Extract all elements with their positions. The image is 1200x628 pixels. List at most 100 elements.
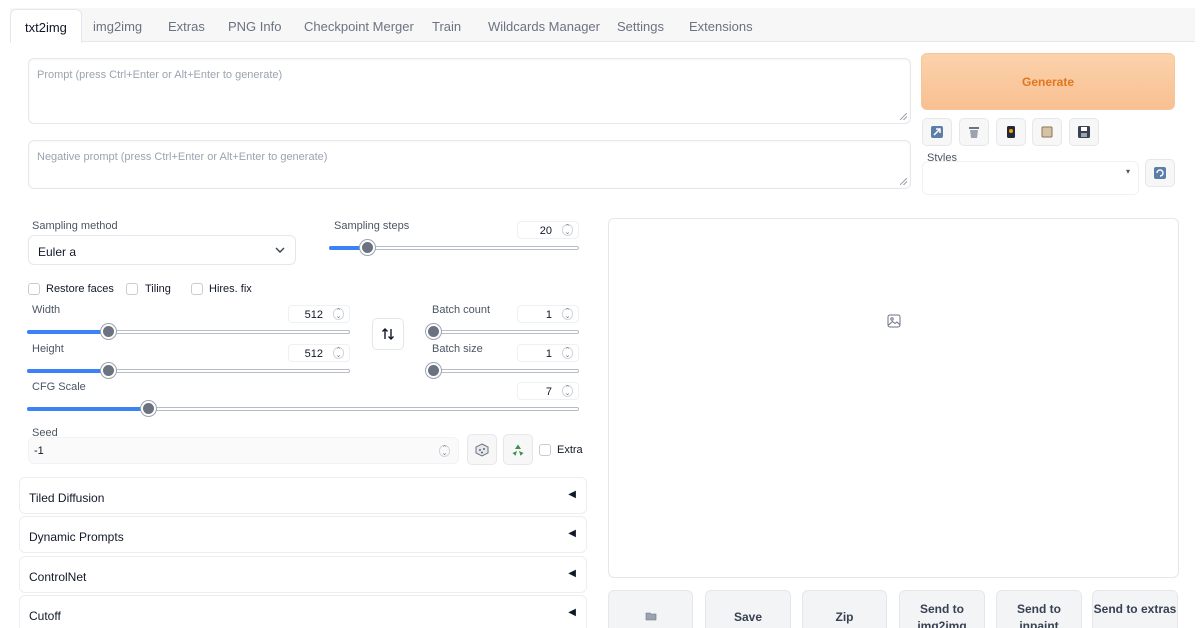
reuse-seed-recycle-icon[interactable] bbox=[503, 434, 533, 465]
tab-bar: txt2img img2img Extras PNG Info Checkpoi… bbox=[10, 8, 1195, 43]
folder-icon bbox=[645, 612, 656, 621]
image-placeholder-icon bbox=[887, 314, 901, 328]
batch-size-value: 1 bbox=[545, 348, 552, 360]
accordion-title: ControlNet bbox=[29, 570, 87, 584]
negative-prompt-placeholder: Negative prompt (press Ctrl+Enter or Alt… bbox=[37, 151, 328, 163]
width-thumb[interactable] bbox=[101, 324, 116, 339]
accordion-cutoff[interactable]: Cutoff ◀ bbox=[19, 595, 587, 628]
batch-count-value: 1 bbox=[545, 309, 552, 321]
stepper-icon[interactable]: ⌃ ⌄ bbox=[333, 308, 344, 320]
batch-size-thumb[interactable] bbox=[426, 363, 441, 378]
send-to-extras-button[interactable]: Send to extras bbox=[1092, 590, 1178, 628]
styles-dropdown[interactable]: ▾ bbox=[922, 161, 1139, 195]
prompt-placeholder: Prompt (press Ctrl+Enter or Alt+Enter to… bbox=[37, 69, 283, 81]
seed-input[interactable]: -1 ⌃ ⌄ bbox=[28, 437, 459, 464]
width-fill bbox=[27, 330, 103, 334]
collapse-triangle-icon: ◀ bbox=[568, 489, 576, 500]
swap-dimensions-button[interactable] bbox=[372, 318, 404, 350]
batch-count-label: Batch count bbox=[432, 304, 491, 316]
cfg-scale-value: 7 bbox=[545, 386, 552, 398]
tab-train[interactable]: Train bbox=[432, 19, 461, 34]
height-input[interactable]: 512 ⌃ ⌄ bbox=[288, 344, 350, 362]
tab-wildcards-manager[interactable]: Wildcards Manager bbox=[488, 19, 600, 34]
tab-img2img[interactable]: img2img bbox=[93, 19, 142, 34]
stepper-icon[interactable]: ⌃ ⌄ bbox=[562, 308, 573, 320]
open-folder-button[interactable] bbox=[608, 590, 693, 628]
stepper-icon[interactable]: ⌃ ⌄ bbox=[333, 347, 344, 359]
stepper-icon[interactable]: ⌃ ⌄ bbox=[562, 224, 573, 236]
extra-seed-label: Extra bbox=[557, 444, 583, 456]
height-thumb[interactable] bbox=[101, 363, 116, 378]
batch-count-thumb[interactable] bbox=[426, 324, 441, 339]
cfg-scale-label: CFG Scale bbox=[32, 381, 86, 393]
prompt-input[interactable]: Prompt (press Ctrl+Enter or Alt+Enter to… bbox=[28, 58, 911, 124]
cfg-scale-thumb[interactable] bbox=[141, 401, 156, 416]
batch-size-slider[interactable] bbox=[428, 369, 579, 373]
height-fill bbox=[27, 369, 103, 373]
stepper-icon[interactable]: ⌃ ⌄ bbox=[562, 347, 573, 359]
sampling-steps-thumb[interactable] bbox=[360, 240, 375, 255]
tiling-checkbox[interactable] bbox=[126, 283, 138, 295]
accordion-tiled-diffusion[interactable]: Tiled Diffusion ◀ bbox=[19, 477, 587, 514]
width-value: 512 bbox=[304, 309, 323, 321]
height-value: 512 bbox=[304, 348, 323, 360]
seed-value: -1 bbox=[34, 445, 44, 457]
save-style-icon[interactable] bbox=[1069, 118, 1099, 146]
collapse-triangle-icon: ◀ bbox=[568, 528, 576, 539]
negative-prompt-input[interactable]: Negative prompt (press Ctrl+Enter or Alt… bbox=[28, 140, 911, 189]
collapse-triangle-icon: ◀ bbox=[568, 607, 576, 618]
sampling-steps-input[interactable]: 20 ⌃ ⌄ bbox=[517, 221, 579, 239]
sampling-steps-fill bbox=[329, 246, 362, 250]
clipboard-icon[interactable] bbox=[1032, 118, 1062, 146]
width-label: Width bbox=[32, 304, 61, 316]
accordion-controlnet[interactable]: ControlNet ◀ bbox=[19, 556, 587, 593]
tab-txt2img[interactable]: txt2img bbox=[10, 9, 82, 43]
batch-size-label: Batch size bbox=[432, 343, 483, 355]
batch-count-slider[interactable] bbox=[428, 330, 579, 334]
sampling-method-value: Euler a bbox=[38, 245, 77, 259]
cfg-scale-input[interactable]: 7 ⌃ ⌄ bbox=[517, 382, 579, 400]
tab-extras[interactable]: Extras bbox=[168, 19, 205, 34]
refresh-styles-icon[interactable] bbox=[1145, 159, 1175, 187]
save-button[interactable]: Save bbox=[705, 590, 791, 628]
stepper-icon[interactable]: ⌃ ⌄ bbox=[439, 445, 450, 457]
sampling-method-label: Sampling method bbox=[32, 220, 118, 232]
tiling-label: Tiling bbox=[145, 283, 171, 295]
output-gallery bbox=[608, 218, 1179, 578]
restore-faces-checkbox[interactable] bbox=[28, 283, 40, 295]
swap-arrows-icon bbox=[382, 328, 394, 340]
tab-png-info[interactable]: PNG Info bbox=[228, 19, 281, 34]
width-input[interactable]: 512 ⌃ ⌄ bbox=[288, 305, 350, 323]
collapse-triangle-icon: ◀ bbox=[568, 568, 576, 579]
generate-button[interactable]: Generate bbox=[921, 53, 1175, 110]
sampling-steps-value: 20 bbox=[539, 225, 552, 237]
tab-extensions[interactable]: Extensions bbox=[689, 19, 753, 34]
accordion-title: Tiled Diffusion bbox=[29, 491, 105, 505]
restore-faces-label: Restore faces bbox=[46, 283, 114, 295]
resize-grip-icon[interactable] bbox=[900, 113, 907, 120]
style-card-icon[interactable] bbox=[996, 118, 1026, 146]
height-label: Height bbox=[32, 343, 64, 355]
batch-size-input[interactable]: 1 ⌃ ⌄ bbox=[517, 344, 579, 362]
tab-settings[interactable]: Settings bbox=[617, 19, 664, 34]
hires-fix-checkbox[interactable] bbox=[191, 283, 203, 295]
send-to-inpaint-button[interactable]: Send to inpaint bbox=[996, 590, 1082, 628]
batch-count-input[interactable]: 1 ⌃ ⌄ bbox=[517, 305, 579, 323]
accordion-title: Dynamic Prompts bbox=[29, 530, 124, 544]
send-to-img2img-button[interactable]: Send to img2img bbox=[899, 590, 985, 628]
accordion-dynamic-prompts[interactable]: Dynamic Prompts ◀ bbox=[19, 516, 587, 553]
resize-grip-icon[interactable] bbox=[900, 178, 907, 185]
paste-icon[interactable] bbox=[922, 118, 952, 146]
accordion-title: Cutoff bbox=[29, 609, 61, 623]
hires-fix-label: Hires. fix bbox=[209, 283, 252, 295]
zip-button[interactable]: Zip bbox=[802, 590, 887, 628]
cfg-scale-fill bbox=[27, 407, 143, 411]
tab-checkpoint-merger[interactable]: Checkpoint Merger bbox=[304, 19, 414, 34]
sampling-method-dropdown[interactable]: Euler a bbox=[28, 235, 296, 265]
zip-button-label: Zip bbox=[835, 610, 854, 624]
extra-seed-checkbox[interactable] bbox=[539, 444, 551, 456]
send-to-extras-label: Send to extras bbox=[1093, 602, 1177, 616]
random-seed-dice-icon[interactable] bbox=[467, 434, 497, 465]
trash-icon[interactable] bbox=[959, 118, 989, 146]
stepper-icon[interactable]: ⌃ ⌄ bbox=[562, 385, 573, 397]
